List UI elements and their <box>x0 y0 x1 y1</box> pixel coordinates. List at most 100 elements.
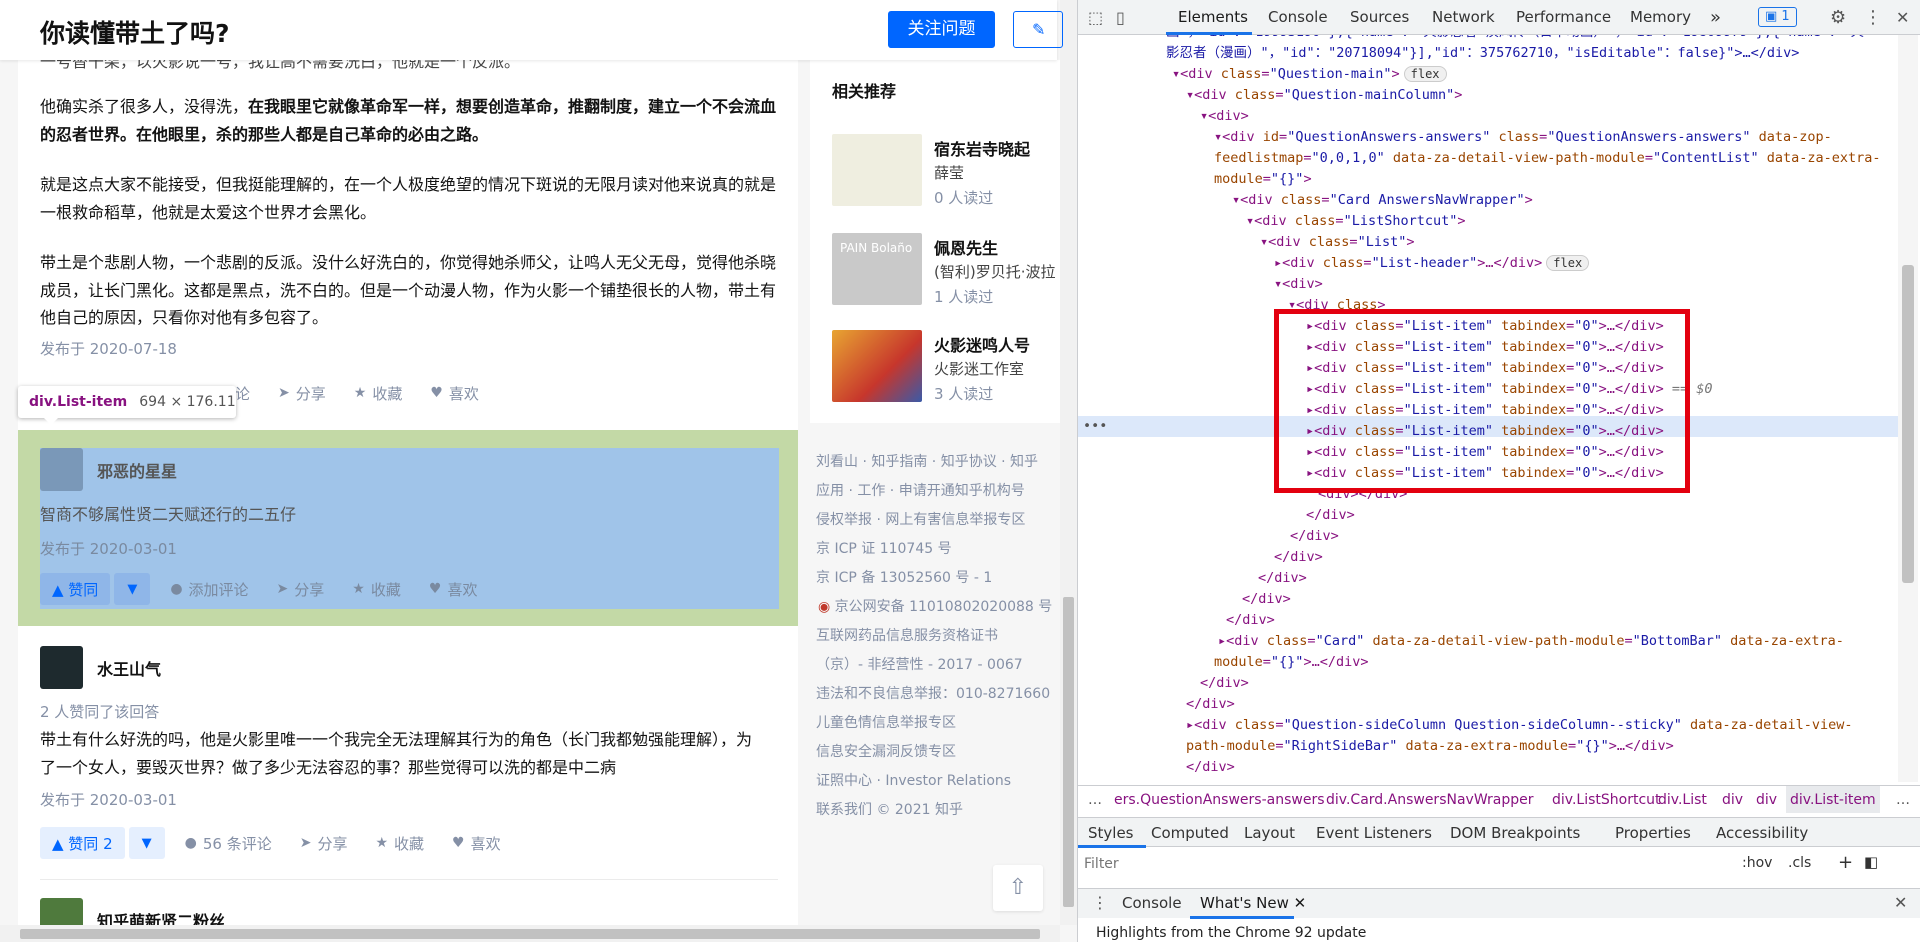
tab-network[interactable]: Network <box>1432 0 1495 35</box>
footer-link[interactable]: 儿童色情信息举报专区 <box>816 712 956 732</box>
more-options-icon[interactable]: ⋮ <box>1864 0 1882 35</box>
footer-link[interactable]: 应用 · 工作 · 申请开通知乎机构号 <box>816 480 1025 500</box>
recommend-item[interactable]: 宿东岩寺晓起 薛莹 0 人读过 <box>832 134 1072 207</box>
row-menu-icon[interactable]: ••• <box>1083 416 1107 437</box>
close-icon[interactable]: ✕ <box>1896 0 1909 35</box>
footer-link[interactable]: 刘看山 · 知乎指南 · 知乎协议 · 知乎 <box>816 451 1038 471</box>
page-vertical-scrollbar[interactable] <box>1060 0 1077 925</box>
dom-node[interactable]: ▾<div class="Question-mainColumn"> <box>1186 85 1462 106</box>
edit-button[interactable]: ✎ <box>1013 11 1063 48</box>
footer-link[interactable]: 信息安全漏洞反馈专区 <box>816 741 956 761</box>
breadcrumb-item[interactable]: div <box>1722 786 1743 813</box>
footer-link[interactable]: 京 ICP 证 110745 号 <box>816 538 952 558</box>
cls-toggle[interactable]: .cls <box>1788 855 1811 871</box>
author-name[interactable]: 邪恶的星星 <box>97 458 177 482</box>
collect-button[interactable]: ★ 收藏 <box>375 833 424 854</box>
dom-node[interactable]: path-module="RightSideBar" data-za-extra… <box>1186 736 1674 757</box>
breadcrumb-item[interactable]: div.ListShortcut <box>1552 786 1661 813</box>
gear-icon[interactable]: ⚙ <box>1830 0 1846 35</box>
scrollbar-thumb[interactable] <box>20 929 1040 939</box>
breadcrumb-item-selected[interactable]: div.List-item <box>1786 786 1880 813</box>
close-drawer-icon[interactable]: ✕ <box>1894 893 1907 912</box>
recommend-item[interactable]: PAIN Bolaño 佩恩先生 (智利)罗贝托·波拉 1 人读过 <box>832 233 1072 306</box>
add-rule-icon[interactable]: + <box>1838 852 1853 873</box>
drawer-tab-whats-new[interactable]: What's New ✕ <box>1200 894 1306 912</box>
dom-node[interactable]: ▾<div class="Question-main"> flex <box>1172 64 1447 85</box>
police-badge-link[interactable]: ◉ 京公网安备 11010802020088 号 <box>818 596 1052 616</box>
breadcrumb-item[interactable]: ers.QuestionAnswers-answers <box>1114 786 1325 813</box>
footer-link[interactable]: 京 ICP 备 13052560 号 - 1 <box>816 567 992 587</box>
like-button[interactable]: ♥ 喜欢 <box>429 579 478 600</box>
styles-filter-input[interactable] <box>1084 854 1604 874</box>
tab-styles[interactable]: Styles <box>1088 818 1134 848</box>
inspect-element-icon[interactable]: ⬚ <box>1088 0 1103 35</box>
upvote-button[interactable]: ▲ 赞同 <box>40 573 111 605</box>
avatar[interactable] <box>40 448 83 491</box>
tab-accessibility[interactable]: Accessibility <box>1716 818 1808 848</box>
scrollbar-thumb[interactable] <box>1063 597 1074 907</box>
footer-link[interactable]: 证照中心 · Investor Relations <box>816 770 1011 790</box>
tab-console[interactable]: Console <box>1268 0 1328 35</box>
dom-node[interactable]: ▾<div class="List"> <box>1260 232 1414 253</box>
dom-node[interactable]: ▾<div id="QuestionAnswers-answers" class… <box>1214 127 1832 148</box>
collect-button[interactable]: ★ 收藏 <box>352 579 401 600</box>
follow-question-button[interactable]: 关注问题 <box>888 11 995 48</box>
dom-node[interactable]: ▾<div> <box>1274 274 1323 295</box>
more-options-icon[interactable]: ⋮ <box>1092 893 1108 912</box>
footer-link[interactable]: 侵权举报 · 网上有害信息举报专区 <box>816 509 1025 529</box>
tab-performance[interactable]: Performance <box>1516 0 1611 35</box>
breadcrumb-item[interactable]: div <box>1756 786 1777 813</box>
answer-text[interactable]: 带土有什么好洗的吗，他是火影里唯一一个我完全无法理解其行为的角色（长门我都勉强能… <box>40 726 760 781</box>
dom-node[interactable]: ▾<div> <box>1200 106 1249 127</box>
device-toolbar-icon[interactable]: ▯ <box>1116 0 1125 35</box>
breadcrumb-item[interactable]: div.List <box>1658 786 1707 813</box>
tab-sources[interactable]: Sources <box>1350 0 1409 35</box>
dom-node[interactable]: feedlistmap="0,0,1,0" data-za-detail-vie… <box>1214 148 1881 169</box>
dom-tree-scrollbar[interactable] <box>1898 35 1918 782</box>
dom-node[interactable]: ▾<div class="Card AnswersNavWrapper"> <box>1232 190 1533 211</box>
avatar[interactable] <box>40 646 83 689</box>
hov-toggle[interactable]: :hov <box>1742 855 1772 871</box>
breadcrumb-item[interactable]: … <box>1088 786 1102 813</box>
downvote-button[interactable]: ▼ <box>114 573 151 605</box>
downvote-button[interactable]: ▼ <box>128 827 165 859</box>
share-button[interactable]: ➤ 分享 <box>278 383 326 404</box>
close-icon[interactable]: ✕ <box>1294 894 1307 912</box>
issues-badge[interactable]: ▣ 1 <box>1758 7 1797 27</box>
share-button[interactable]: ➤ 分享 <box>277 579 325 600</box>
back-to-top-button[interactable]: ⇧ <box>993 865 1043 911</box>
collect-button[interactable]: ★ 收藏 <box>354 383 403 404</box>
toggle-sidebar-icon[interactable]: ◧ <box>1864 853 1878 871</box>
dom-node[interactable]: module="{}">…</div> <box>1214 652 1368 673</box>
like-button[interactable]: ♥ 喜欢 <box>452 833 501 854</box>
like-button[interactable]: ♥ 喜欢 <box>430 383 479 404</box>
dom-node[interactable]: ▾<div class="ListShortcut"> <box>1246 211 1466 232</box>
dom-node[interactable]: ▸<div class="List-header">…</div> flex <box>1274 253 1590 274</box>
footer-link[interactable]: 互联网药品信息服务资格证书 <box>816 625 998 645</box>
tab-elements[interactable]: Elements <box>1178 0 1248 35</box>
breadcrumb-item[interactable]: … <box>1896 786 1910 813</box>
tab-computed[interactable]: Computed <box>1151 818 1229 848</box>
drawer-tab-console[interactable]: Console <box>1122 894 1182 912</box>
footer-link[interactable]: 违法和不良信息举报：010-8271660 <box>816 683 1050 703</box>
tab-layout[interactable]: Layout <box>1244 818 1295 848</box>
tab-properties[interactable]: Properties <box>1615 818 1691 848</box>
upvote-button[interactable]: ▲ 赞同 2 <box>40 827 125 859</box>
recommend-item[interactable]: 火影迷鸣人号 火影迷工作室 3 人读过 <box>832 330 1072 403</box>
share-button[interactable]: ➤ 分享 <box>300 833 348 854</box>
author-name[interactable]: 水王山气 <box>97 656 161 680</box>
more-tabs-button[interactable]: » <box>1710 0 1721 35</box>
tab-dom-breakpoints[interactable]: DOM Breakpoints <box>1450 818 1580 848</box>
dom-node[interactable]: ▸<div class="Question-sideColumn Questio… <box>1186 715 1853 736</box>
scrollbar-thumb[interactable] <box>1902 265 1914 583</box>
footer-link[interactable]: 联系我们 © 2021 知乎 <box>816 799 963 819</box>
tab-memory[interactable]: Memory <box>1630 0 1691 35</box>
dom-node[interactable]: module="{}"> <box>1214 169 1312 190</box>
add-comment-button[interactable]: ● 添加评论 <box>170 579 248 600</box>
dom-node[interactable]: ▸<div class="Card" data-za-detail-view-p… <box>1218 631 1844 652</box>
list-item-highlight-content[interactable]: 邪恶的星星 智商不够属性贤二天赋还行的二五仔 发布于 2020-03-01 ▲ … <box>40 448 779 609</box>
comments-button[interactable]: ● 56 条评论 <box>185 833 272 854</box>
tab-event-listeners[interactable]: Event Listeners <box>1316 818 1432 848</box>
breadcrumb-item[interactable]: div.Card.AnswersNavWrapper <box>1326 786 1534 813</box>
page-horizontal-scrollbar[interactable] <box>0 925 1060 942</box>
